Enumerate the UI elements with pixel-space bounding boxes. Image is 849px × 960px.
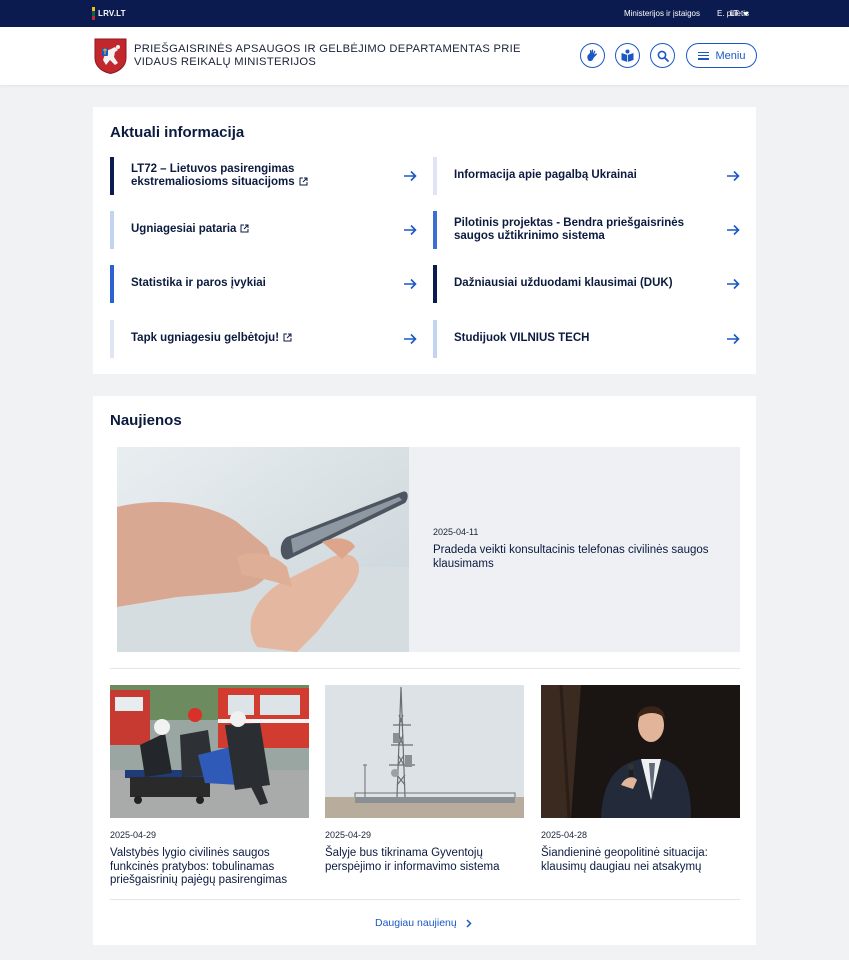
accent-bar [433,320,437,358]
info-link-label: Tapk ugniagesiu gelbėtoju! [131,332,383,346]
arrow-right-icon [727,170,740,182]
news-photo-tower [325,685,524,818]
menu-button[interactable]: Meniu [686,43,757,68]
news-title: Valstybės lygio civilinės saugos funkcin… [110,847,288,886]
info-link-statistics[interactable]: Statistika ir paros įvykiai [110,265,417,303]
arrow-right-icon [404,333,417,345]
info-link-become-firefighter[interactable]: Tapk ugniagesiu gelbėtoju! [110,320,417,358]
search-button[interactable] [650,43,675,68]
current-info-section: Aktuali informacija LT72 – Lietuvos pasi… [93,107,756,374]
info-link-faq[interactable]: Dažniausiai užduodami klausimai (DUK) [433,265,740,303]
chevron-right-icon [466,918,472,928]
news-card[interactable]: 2025-04-29 Šalyje bus tikrinama Gyventoj… [325,685,524,874]
featured-news-card[interactable]: 2025-04-11 Pradeda veikti konsultacinis … [117,447,740,652]
arrow-right-icon [404,170,417,182]
arrow-right-icon [727,278,740,290]
accent-bar [110,320,114,358]
easy-read-button[interactable] [615,43,640,68]
info-link-label: Pilotinis projektas - Bendra priešgaisri… [454,216,685,243]
lithuanian-flag-icon [92,7,95,20]
search-icon [657,50,669,62]
arrow-right-icon [727,224,740,236]
lrv-brand-link[interactable]: LRV.LT [92,7,126,20]
accent-bar [433,265,437,303]
caret-down-icon [742,11,749,16]
info-link-lt72[interactable]: LT72 – Lietuvos pasirengimas ekstremalio… [110,157,417,195]
language-label: LT [730,9,739,18]
news-photo-speaker [541,685,740,818]
info-link-ukraine[interactable]: Informacija apie pagalbą Ukrainai [433,157,740,195]
info-link-label: Studijuok VILNIUS TECH [454,332,590,345]
external-link-icon [299,177,308,186]
hamburger-icon [697,51,709,60]
site-header: Priešgaisrinės apsaugos ir gelbėjimo dep… [0,27,849,85]
accent-bar [110,211,114,249]
lrv-brand-label: LRV.LT [98,9,126,18]
coat-of-arms-logo[interactable] [94,38,127,74]
news-card[interactable]: 2025-04-28 Šiandieninė geopolitinė situa… [541,685,740,874]
more-news-label: Daugiau naujienų [375,917,457,929]
external-link-icon [240,224,249,233]
featured-news-photo [117,447,409,652]
info-link-firefighters-advise[interactable]: Ugniagesiai pataria [110,211,417,249]
info-link-pilot-project[interactable]: Pilotinis projektas - Bendra priešgaisri… [433,211,740,249]
accent-bar [110,157,114,195]
news-divider [110,899,740,900]
news-date: 2025-04-28 [541,830,588,840]
news-title: Šalyje bus tikrinama Gyventojų perspėjim… [325,847,500,873]
section-title: Naujienos [110,412,182,429]
news-title: Pradeda veikti konsultacinis telefonas c… [433,544,709,570]
more-news-link[interactable]: Daugiau naujienų [375,917,472,929]
menu-label: Meniu [715,49,746,62]
info-link-label: Informacija apie pagalbą Ukrainai [454,169,637,182]
external-link-icon [283,333,292,342]
news-date: 2025-04-11 [433,527,479,537]
language-selector[interactable]: LT [730,9,749,18]
info-link-vilnius-tech[interactable]: Studijuok VILNIUS TECH [433,320,740,358]
easy-read-icon [621,49,634,62]
accent-bar [433,211,437,249]
news-divider [110,668,740,669]
news-section: Naujienos 2025-04-11 Pradeda veikti kons… [93,396,756,945]
section-title: Aktuali informacija [110,124,245,141]
news-title: Šiandieninė geopolitinė situacija: klaus… [541,847,708,873]
info-link-label: LT72 – Lietuvos pasirengimas ekstremalio… [131,163,383,190]
news-card[interactable]: 2025-04-29 Valstybės lygio civilinės sau… [110,685,309,888]
ministries-link[interactable]: Ministerijos ir įstaigos [624,9,700,18]
news-photo-drill [110,685,309,818]
accent-bar [110,265,114,303]
arrow-right-icon [727,333,740,345]
sign-language-button[interactable] [580,43,605,68]
top-bar: LRV.LT Ministerijos ir įstaigos E. pilie… [0,0,849,27]
arrow-right-icon [404,278,417,290]
arrow-right-icon [404,224,417,236]
sign-language-icon [587,49,597,62]
accent-bar [433,157,437,195]
info-link-label: Ugniagesiai pataria [131,223,383,237]
info-link-label: Statistika ir paros įvykiai [131,277,266,290]
news-date: 2025-04-29 [325,830,372,840]
institution-name[interactable]: Priešgaisrinės apsaugos ir gelbėjimo dep… [134,43,554,68]
news-date: 2025-04-29 [110,830,157,840]
info-link-label: Dažniausiai užduodami klausimai (DUK) [454,277,673,290]
